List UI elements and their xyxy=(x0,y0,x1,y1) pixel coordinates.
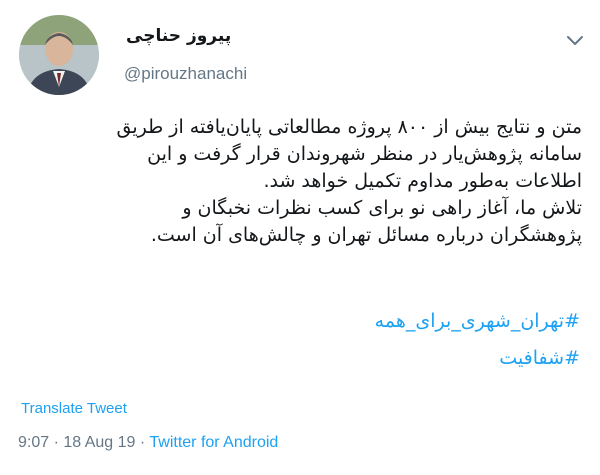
avatar[interactable] xyxy=(19,15,99,95)
tweet-text-line: پژوهشگران درباره مسائل تهران و چالش‌های … xyxy=(150,224,582,246)
tweet-text-line: سامانه پژوهش‌یار در منظر شهروندان قرار گ… xyxy=(147,143,582,165)
translate-tweet-link[interactable]: Translate Tweet xyxy=(21,400,127,417)
tweet-text-line: اطلاعات به‌طور مداوم تکمیل خواهد شد. xyxy=(263,170,582,192)
meta-separator: · xyxy=(49,434,64,451)
meta-separator: · xyxy=(135,434,150,451)
tweet-text: متن و نتایج بیش از ۸۰۰ پروژه مطالعاتی پا… xyxy=(22,114,582,249)
author-handle[interactable]: @pirouzhanachi xyxy=(124,64,247,84)
author-display-name[interactable]: پیروز حناچی xyxy=(126,26,231,46)
hashtag-link[interactable]: #شفافیت xyxy=(499,347,580,369)
tweet-source-link[interactable]: Twitter for Android xyxy=(149,434,278,451)
avatar-image xyxy=(19,15,99,95)
tweet-text-line: متن و نتایج بیش از ۸۰۰ پروژه مطالعاتی پا… xyxy=(116,116,582,138)
tweet-text-line: تلاش ما، آغاز راهی نو برای کسب نظرات نخب… xyxy=(182,197,582,219)
tweet-metadata: 9:07 · 18 Aug 19 · Twitter for Android xyxy=(18,434,278,452)
hashtag-link[interactable]: #تهران_شهری_برای_همه xyxy=(375,310,580,332)
tweet-time: 9:07 xyxy=(18,434,50,451)
chevron-down-icon[interactable] xyxy=(563,28,587,52)
tweet-date: 18 Aug 19 xyxy=(63,434,136,451)
